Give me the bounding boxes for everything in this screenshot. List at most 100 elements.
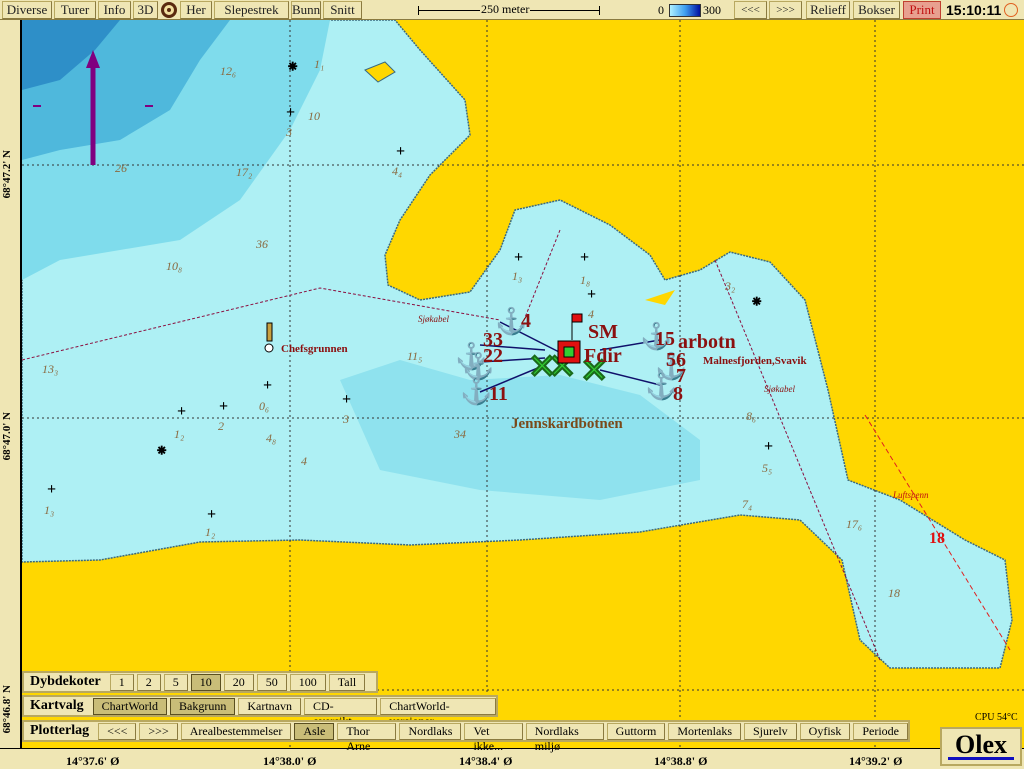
svg-text:11: 11 xyxy=(489,383,508,405)
svg-text:17₆: 17₆ xyxy=(846,517,862,531)
bakgrunn-button[interactable]: Bakgrunn xyxy=(170,697,236,715)
layer-nordlaks-miljo[interactable]: Nordlaks miljø xyxy=(525,722,604,753)
top-toolbar: Diverse Turer Info 3D Her Slepestrek Bun… xyxy=(0,0,1024,20)
plotterlag-title: Plotterlag xyxy=(30,723,90,738)
bokser-button[interactable]: Bokser xyxy=(853,1,900,19)
svg-text:0₆: 0₆ xyxy=(259,399,269,413)
depth-option-5[interactable]: 5 xyxy=(163,673,188,691)
info-button[interactable]: Info xyxy=(98,1,131,19)
depth-option-10[interactable]: 10 xyxy=(190,673,221,691)
svg-text:10₈: 10₈ xyxy=(166,259,182,273)
layer-vet-ikke[interactable]: Vet ikke... xyxy=(464,722,523,753)
sun-icon[interactable] xyxy=(1004,3,1018,17)
3d-button[interactable]: 3D xyxy=(133,1,158,19)
depth-option-1[interactable]: 1 xyxy=(109,673,134,691)
svg-text:4₈: 4₈ xyxy=(266,431,276,445)
svg-text:+: + xyxy=(47,481,56,498)
svg-text:11₅: 11₅ xyxy=(407,349,422,363)
diverse-button[interactable]: Diverse xyxy=(2,1,52,19)
svg-text:+: + xyxy=(764,438,773,455)
target-icon[interactable] xyxy=(161,2,177,18)
svg-text:4: 4 xyxy=(521,310,531,332)
layer-guttorm[interactable]: Guttorm xyxy=(606,722,666,740)
depth-gradient xyxy=(669,4,701,17)
print-button[interactable]: Print xyxy=(903,1,941,19)
beacon-icon xyxy=(266,322,273,342)
kartvalg-panel: Kartvalg ChartWorld Bakgrunn Kartnavn CD… xyxy=(22,695,498,728)
svg-text:Fdir: Fdir xyxy=(584,345,622,367)
lon-label: 14°38.4' Ø xyxy=(459,754,513,768)
svg-text:10: 10 xyxy=(308,109,320,123)
snitt-button[interactable]: Snitt xyxy=(323,1,362,19)
svg-text:arbotn: arbotn xyxy=(678,331,736,353)
cpu-temp: CPU 54°C xyxy=(975,712,1018,723)
slepestrek-button[interactable]: Slepestrek xyxy=(214,1,289,19)
chart-svg[interactable]: 12₆ 1₁ 10 3 26 17₂ 4₄ 36 10₈ 1₈ 1₃ 4 3₂ 13₃ 11₅ 0₆… xyxy=(22,20,1024,748)
svg-text:13₃: 13₃ xyxy=(42,362,58,376)
svg-text:+: + xyxy=(342,391,351,408)
svg-text:+: + xyxy=(514,249,523,266)
turer-button[interactable]: Turer xyxy=(54,1,96,19)
svg-text:34: 34 xyxy=(453,427,466,441)
layer-arealbestemmelser[interactable]: Arealbestemmelser xyxy=(180,722,292,740)
svg-text:SM: SM xyxy=(588,321,618,343)
svg-text:18: 18 xyxy=(888,586,900,600)
svg-text:⁕: ⁕ xyxy=(155,443,168,460)
svg-text:4₄: 4₄ xyxy=(392,164,402,178)
next-button[interactable]: >>> xyxy=(769,1,802,19)
depth-option-100[interactable]: 100 xyxy=(289,673,326,691)
depth-option-2[interactable]: 2 xyxy=(136,673,161,691)
svg-text:+: + xyxy=(286,104,295,121)
layer-oyfisk[interactable]: Oyfisk xyxy=(799,722,851,740)
layer-nordlaks[interactable]: Nordlaks xyxy=(399,722,462,740)
plotterlag-prev[interactable]: <<< xyxy=(98,722,137,740)
svg-text:1₂: 1₂ xyxy=(205,525,215,539)
svg-text:15: 15 xyxy=(655,328,675,350)
chartworld-button[interactable]: ChartWorld xyxy=(92,697,168,715)
svg-text:+: + xyxy=(580,249,589,266)
scale-bar-tick xyxy=(418,6,419,15)
cable-label: Sjøkabel xyxy=(418,314,449,324)
vessel-marker-inner xyxy=(563,346,575,358)
svg-text:⁕: ⁕ xyxy=(750,294,763,311)
cd-oversikt-button[interactable]: CD-oversikt xyxy=(304,697,378,728)
svg-text:+: + xyxy=(177,403,186,420)
olex-logo[interactable]: Olex xyxy=(940,727,1022,766)
svg-text:2: 2 xyxy=(218,419,224,433)
lon-label: 14°38.0' Ø xyxy=(263,754,317,768)
chefsgrunnen-buoy[interactable] xyxy=(264,343,274,353)
lon-label: 14°37.6' Ø xyxy=(66,754,120,768)
svg-text:1₃: 1₃ xyxy=(44,503,54,517)
kartvalg-title: Kartvalg xyxy=(30,698,84,713)
mark-18: 18 xyxy=(929,530,945,547)
layer-periode[interactable]: Periode xyxy=(853,722,908,740)
her-button[interactable]: Her xyxy=(180,1,212,19)
depth-option-20[interactable]: 20 xyxy=(223,673,254,691)
dybdekoter-title: Dybdekoter xyxy=(30,674,101,689)
depth-option-50[interactable]: 50 xyxy=(256,673,287,691)
layer-sjurelv[interactable]: Sjurelv xyxy=(744,722,797,740)
depth-max-label: 300 xyxy=(703,3,721,17)
layer-thor-arne[interactable]: Thor Arne xyxy=(337,722,397,753)
layer-asle[interactable]: Asle xyxy=(294,722,335,740)
svg-text:4: 4 xyxy=(588,307,594,321)
kartnavn-button[interactable]: Kartnavn xyxy=(238,697,301,715)
prev-button[interactable]: <<< xyxy=(734,1,767,19)
svg-text:22: 22 xyxy=(483,345,503,367)
svg-text:1₃: 1₃ xyxy=(512,269,522,283)
svg-text:1₂: 1₂ xyxy=(174,427,184,441)
chartworld-versjoner-button[interactable]: ChartWorld-versjoner xyxy=(380,697,496,728)
bunn-button[interactable]: Bunn xyxy=(291,1,321,19)
relieff-button[interactable]: Relieff xyxy=(806,1,850,19)
svg-text:3: 3 xyxy=(285,125,292,139)
plotterlag-next[interactable]: >>> xyxy=(139,722,178,740)
layer-mortenlaks[interactable]: Mortenlaks xyxy=(668,722,741,740)
svg-text:26: 26 xyxy=(115,161,127,175)
lat-label: 68°46.8' N xyxy=(1,685,13,734)
clock: 15:10:11 xyxy=(946,2,1002,18)
lon-label: 14°38.8' Ø xyxy=(654,754,708,768)
chart-map[interactable]: 12₆ 1₁ 10 3 26 17₂ 4₄ 36 10₈ 1₈ 1₃ 4 3₂ 13₃ 11₅ 0₆… xyxy=(22,20,1024,748)
svg-text:+: + xyxy=(396,143,405,160)
svg-text:+: + xyxy=(219,398,228,415)
depth-option-tall[interactable]: Tall xyxy=(328,673,366,691)
